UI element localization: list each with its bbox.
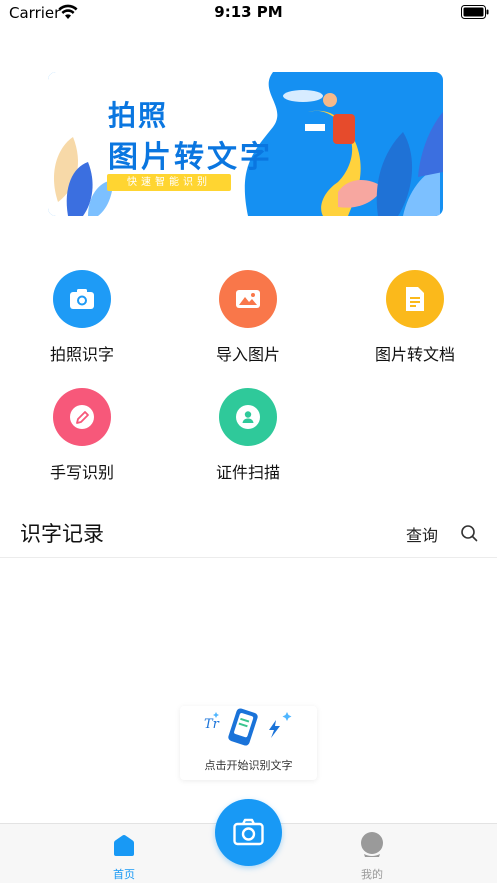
feature-label: 导入图片 xyxy=(215,345,280,364)
document-icon xyxy=(386,270,444,328)
feature-image-to-doc[interactable]: 图片转文档 xyxy=(345,270,485,365)
query-button[interactable]: 查询 xyxy=(406,522,438,546)
phone-scan-illustration: Tr xyxy=(204,708,292,746)
tab-home-label: 首页 xyxy=(113,868,135,881)
tab-mine[interactable]: 我的 xyxy=(332,832,412,882)
id-card-icon xyxy=(219,388,277,446)
clock: 9:13 PM xyxy=(214,3,283,21)
profile-icon xyxy=(361,832,383,857)
feature-label: 证件扫描 xyxy=(215,463,280,482)
feature-label: 拍照识字 xyxy=(49,345,114,364)
banner-title-line2: 图片转文字 xyxy=(108,140,273,175)
divider xyxy=(0,557,497,558)
search-icon[interactable] xyxy=(459,523,479,543)
records-title: 识字记录 xyxy=(20,522,104,546)
banner-tagline: 快速智能识别 xyxy=(107,174,231,191)
tab-mine-label: 我的 xyxy=(361,868,383,881)
feature-handwriting[interactable]: 手写识别 xyxy=(12,388,152,483)
feature-import-image[interactable]: 导入图片 xyxy=(178,270,318,365)
camera-button[interactable] xyxy=(215,799,282,866)
pencil-icon xyxy=(53,388,111,446)
camera-icon xyxy=(53,270,111,328)
feature-id-scan[interactable]: 证件扫描 xyxy=(178,388,318,483)
banner-title-line1: 拍照 xyxy=(108,99,169,132)
feature-label: 图片转文档 xyxy=(374,345,455,364)
hint-text: 点击开始识别文字 xyxy=(204,759,293,772)
status-bar: Carrier 9:13 PM xyxy=(0,0,497,26)
camera-icon xyxy=(233,818,264,846)
battery-icon xyxy=(461,5,489,19)
promo-banner[interactable]: 拍照 图片转文字 快速智能识别 xyxy=(48,72,443,216)
feature-label: 手写识别 xyxy=(49,463,114,482)
start-hint-bubble: Tr 点击开始识别文字 xyxy=(180,706,317,780)
home-icon xyxy=(114,835,134,856)
image-icon xyxy=(219,270,277,328)
feature-photo-ocr[interactable]: 拍照识字 xyxy=(12,270,152,365)
tab-home[interactable]: 首页 xyxy=(84,832,164,882)
svg-text:Tr: Tr xyxy=(204,717,220,732)
